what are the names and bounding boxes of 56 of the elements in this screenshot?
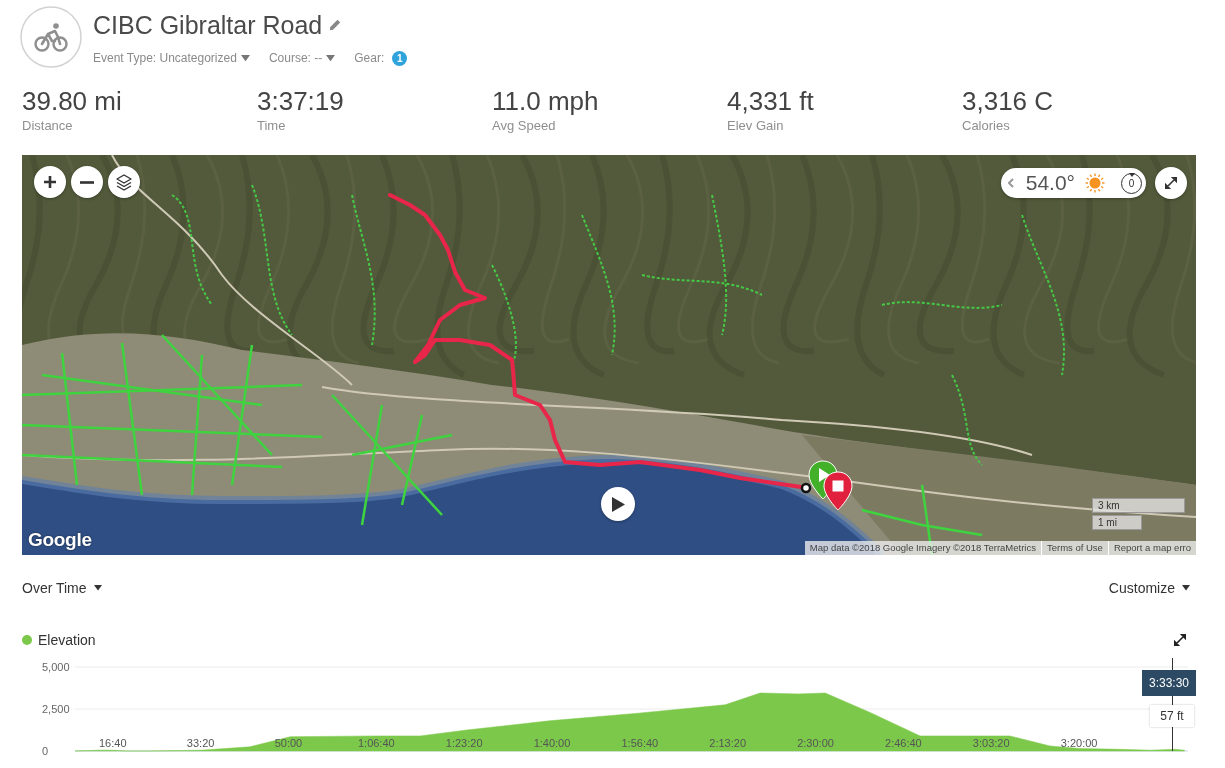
- expand-icon: [1165, 177, 1177, 189]
- minus-icon: [80, 180, 94, 184]
- chevron-left-icon[interactable]: [1007, 178, 1014, 188]
- caret-icon: [326, 54, 336, 62]
- stat-value: 39.80 mi: [22, 86, 122, 116]
- tooltip-time: 3:33:30: [1142, 670, 1196, 696]
- x-axis-label: 1:23:20: [445, 737, 483, 749]
- x-axis-label: 3:20:00: [1060, 737, 1098, 749]
- tooltip-value: 57 ft: [1150, 705, 1194, 727]
- map-scale-label: 1 mi: [1092, 515, 1142, 530]
- stat-value: 3,316 C: [962, 86, 1054, 116]
- cycling-icon: [20, 6, 82, 68]
- y-axis-label: 5,000: [42, 661, 70, 673]
- play-icon: [611, 496, 625, 512]
- caret-icon: [93, 585, 102, 591]
- stat-label: Distance: [22, 118, 73, 134]
- plus-icon: [43, 175, 57, 189]
- x-axis-label: 1:40:00: [533, 737, 571, 749]
- map-attribution: Map data ©2018 Google Imagery ©2018 TerraMetrics: [808, 541, 1037, 555]
- x-axis-label: 2:30:00: [797, 737, 834, 749]
- x-axis-label: 2:46:40: [885, 737, 922, 749]
- x-axis-label: 50:00: [274, 737, 303, 749]
- meta-dropdown[interactable]: Course: --: [268, 50, 336, 66]
- x-axis-label: 16:40: [99, 737, 127, 749]
- pencil-icon[interactable]: [329, 19, 342, 31]
- map-link[interactable]: Terms of Use: [1040, 541, 1108, 555]
- caret-icon: [1182, 585, 1190, 591]
- stat-value: 11.0 mph: [492, 86, 599, 116]
- finish-marker-icon: [823, 471, 853, 511]
- view-dropdown[interactable]: Over Time: [22, 578, 102, 598]
- meta-dropdown[interactable]: Event Type: Uncategorized: [93, 50, 250, 66]
- stat-label: Calories: [962, 118, 1010, 134]
- sun-icon: [1085, 173, 1105, 193]
- y-axis-label: 2,500: [42, 703, 70, 715]
- gear-label: Gear:: [354, 50, 385, 66]
- x-axis-label: 33:20: [186, 737, 215, 749]
- stat-label: Avg Speed: [492, 118, 556, 134]
- temperature-text: 54.0°: [1025, 170, 1075, 196]
- x-axis-label: 1:06:40: [357, 737, 395, 749]
- x-axis-label: 2:13:20: [709, 737, 747, 749]
- stat-label: Time: [257, 118, 286, 134]
- stat-label: Elev Gain: [727, 118, 784, 134]
- map-scale-label: 3 km: [1092, 498, 1185, 513]
- customize-dropdown[interactable]: Customize: [1108, 578, 1190, 598]
- layers-icon: [116, 173, 132, 191]
- y-axis-label: 0: [42, 745, 49, 757]
- stat-value: 3:37:19: [257, 86, 344, 116]
- legend-label: Elevation: [38, 632, 96, 648]
- map-link[interactable]: Report a map erro: [1107, 541, 1196, 555]
- activity-title: CIBC Gibraltar Road: [93, 10, 323, 41]
- x-axis-label: 1:56:40: [621, 737, 659, 749]
- stat-value: 4,331 ft: [727, 86, 814, 116]
- caret-icon: [240, 54, 250, 62]
- x-axis-label: 3:03:20: [972, 737, 1010, 749]
- map-logo: Google: [28, 529, 92, 551]
- expand-icon[interactable]: [1174, 634, 1186, 646]
